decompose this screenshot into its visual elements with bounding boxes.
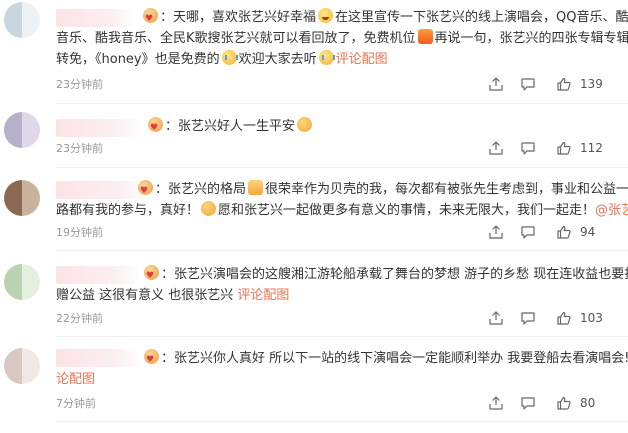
share-icon[interactable] (488, 395, 506, 413)
vip-heart-icon (138, 180, 153, 202)
text-segment: 愿和张艺兴一起做更多有意义的事情，未来无限大，我们一起走！ (218, 203, 596, 218)
like-icon[interactable] (556, 310, 574, 328)
like-icon (557, 225, 571, 239)
text-segment: ：张艺兴演唱会的这艘湘江游轮船承载了舞台的梦想 游子的乡愁 现在连收益也要捐 (161, 267, 628, 282)
divider (56, 103, 628, 104)
like-icon[interactable] (556, 224, 574, 242)
fire-emoji-icon (417, 29, 433, 44)
hug-emoji-icon (201, 201, 217, 216)
comment-text: ：张艺兴演唱会的这艘湘江游轮船承载了舞台的梦想 游子的乡愁 现在连收益也要捐 赠… (56, 264, 628, 306)
comment-actions: 103 (0, 310, 628, 330)
divider (56, 167, 628, 168)
text-segment: ：天哪，喜欢张艺兴好幸福 (160, 10, 317, 25)
vip-heart-icon (143, 8, 158, 30)
comment-image-link[interactable]: 评论配图 (237, 288, 289, 303)
comment-icon[interactable] (520, 310, 538, 328)
share-icon (489, 77, 503, 91)
text-segment: ：张艺兴的格局 (155, 182, 247, 197)
comment-icon (521, 142, 535, 155)
avatar[interactable] (4, 264, 40, 300)
comment-icon (521, 78, 535, 91)
comment-actions: 94 (0, 224, 628, 244)
comment-actions: 80 (0, 395, 628, 415)
comment-icon (521, 312, 535, 325)
avatar[interactable] (4, 2, 40, 38)
text-segment: 音乐、酷我音乐、全民K歌搜张艺兴就可以看回放了，免费机位 (56, 31, 416, 46)
like-icon[interactable] (556, 395, 574, 413)
comment-text: ：张艺兴的格局 很荣幸作为贝壳的我，每次都有被张先生考虑到，事业和公益一 路都有我… (56, 179, 628, 221)
comment-actions: 139 (0, 76, 628, 96)
comment-text: ：天哪，喜欢张艺兴好幸福 在这里宣传一下张艺兴的线上演唱会，QQ音乐、酷狗 音乐、… (56, 7, 628, 70)
like-icon[interactable] (556, 76, 574, 94)
avatar[interactable] (4, 348, 40, 384)
divider (56, 250, 628, 251)
like-icon (557, 396, 571, 410)
text-segment: 在这里宣传一下张艺兴的线上演唱会，QQ音乐、酷狗 (335, 10, 628, 25)
vip-heart-icon (144, 349, 159, 371)
divider (56, 336, 628, 337)
mention-link[interactable]: @张艺兴 (595, 203, 628, 218)
share-icon (489, 311, 503, 325)
share-icon[interactable] (488, 140, 506, 158)
like-count: 112 (580, 141, 603, 155)
like-count: 94 (580, 225, 596, 239)
like-count: 80 (580, 396, 596, 410)
comment-icon (521, 226, 535, 239)
comment-text: ：张艺兴你人真好 所以下一站的线下演唱会一定能顺利举办 我要登船去看演唱会!评 … (56, 348, 628, 390)
like-count: 139 (580, 77, 603, 91)
text-segment: 欢迎大家去听 (238, 52, 317, 67)
thumbs-up-emoji-icon (248, 180, 264, 195)
share-icon (489, 396, 503, 410)
text-segment: ：张艺兴你人真好 所以下一站的线下演唱会一定能顺利举办 我要登船去看演唱会! (161, 351, 628, 366)
text-segment: 再说一句，张艺兴的四张专辑专辑全部 (434, 31, 628, 46)
comment-image-link[interactable]: 评论配图 (336, 52, 388, 67)
tears-emoji-icon (318, 50, 335, 65)
share-icon (489, 225, 503, 239)
text-segment: 转免，《honey》也是免费的 (56, 52, 220, 67)
like-icon (557, 77, 571, 91)
comment-icon[interactable] (520, 76, 538, 94)
tears-emoji-icon (221, 50, 238, 65)
kiss-emoji-icon (297, 117, 313, 132)
comment-icon[interactable] (520, 224, 538, 242)
comment-icon[interactable] (520, 140, 538, 158)
grin-emoji-icon (318, 8, 334, 23)
comment-actions: 112 (0, 140, 628, 160)
like-icon[interactable] (556, 140, 574, 158)
text-segment: ：张艺兴好人一生平安 (165, 119, 296, 134)
share-icon[interactable] (488, 76, 506, 94)
comment-icon (521, 397, 535, 410)
like-icon (557, 311, 571, 325)
like-icon (557, 141, 571, 155)
comment-image-link[interactable]: 论配图 (56, 372, 95, 387)
comment-text: ：张艺兴好人一生平安 (56, 116, 314, 139)
share-icon[interactable] (488, 224, 506, 242)
like-count: 103 (580, 311, 603, 325)
text-segment: 路都有我的参与，真好！ (56, 203, 200, 218)
vip-heart-icon (144, 265, 159, 287)
text-segment: 赠公益 这很有意义 也很张艺兴 (56, 288, 234, 303)
text-segment: 很荣幸作为贝壳的我，每次都有被张先生考虑到，事业和公益一 (265, 182, 628, 197)
comment-icon[interactable] (520, 395, 538, 413)
divider (56, 421, 628, 422)
avatar[interactable] (4, 180, 40, 216)
share-icon (489, 141, 503, 155)
vip-heart-icon (148, 117, 163, 139)
share-icon[interactable] (488, 310, 506, 328)
